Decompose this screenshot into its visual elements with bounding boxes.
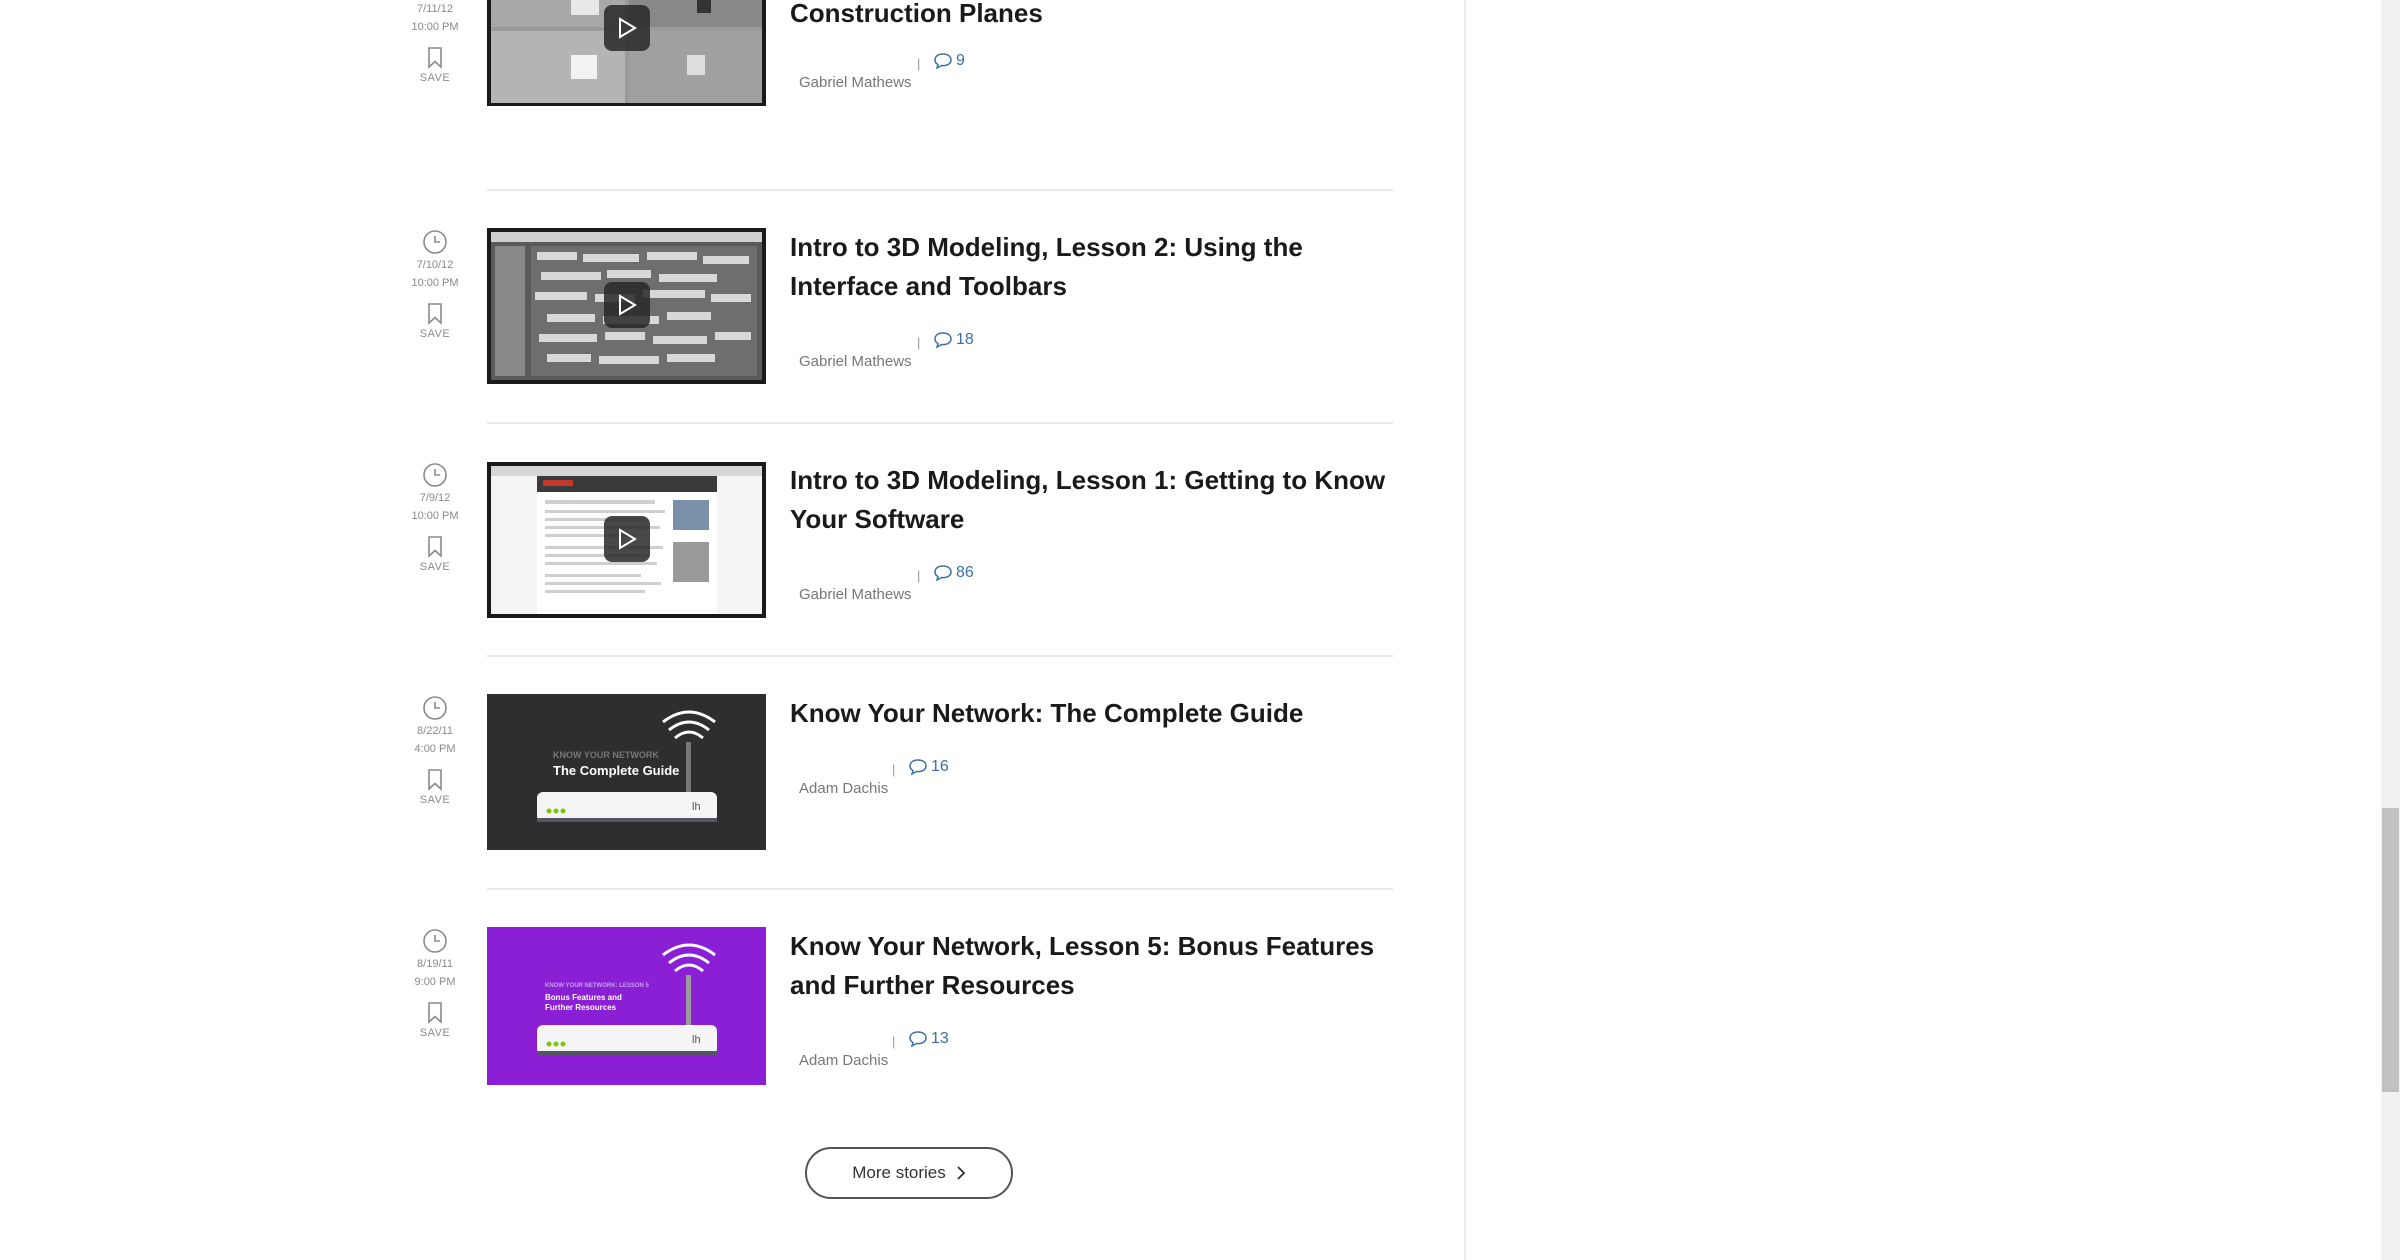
save-button[interactable]: SAVE: [400, 794, 470, 806]
save-button[interactable]: SAVE: [400, 1027, 470, 1039]
thumb-caption-small: KNOW YOUR NETWORK: [553, 750, 659, 760]
story-date: 7/9/12: [419, 492, 451, 504]
comment-count-link[interactable]: 86: [933, 564, 974, 582]
bookmark-icon[interactable]: [426, 46, 444, 70]
thumb-caption-big: The Complete Guide: [553, 763, 680, 778]
story-thumbnail[interactable]: KNOW YOUR NETWORK: LESSON 5 Bonus Featur…: [487, 927, 766, 1085]
play-button[interactable]: [604, 516, 650, 562]
thumb-caption-big: Bonus Features and Further Resources: [545, 993, 622, 1012]
story-item: 8/19/11 9:00 PM SAVE KNOW YOUR NETWORK: …: [0, 927, 1464, 1160]
comment-bubble-icon: [934, 53, 952, 70]
story-date: 7/10/12: [416, 259, 454, 271]
comment-bubble-icon: [934, 565, 952, 582]
thumb-caption-small: KNOW YOUR NETWORK: LESSON 5: [545, 983, 649, 989]
play-button[interactable]: [604, 282, 650, 328]
comment-count: 16: [931, 758, 949, 775]
comment-count: 9: [956, 52, 965, 69]
story-headline[interactable]: Intro to 3D Modeling, Lesson 3: Viewport…: [790, 0, 1400, 33]
story-headline[interactable]: Know Your Network, Lesson 5: Bonus Featu…: [790, 927, 1400, 1005]
story-meta: 7/11/12 10:00 PM SAVE: [400, 0, 470, 84]
comment-count-link[interactable]: 16: [908, 758, 949, 776]
story-author[interactable]: Gabriel Mathews: [799, 353, 912, 370]
story-divider: [487, 189, 1393, 191]
comment-bubble-icon: [909, 759, 927, 776]
more-stories-button[interactable]: More stories: [805, 1147, 1013, 1199]
bookmark-icon[interactable]: [426, 768, 444, 792]
meta-separator: |: [892, 762, 896, 777]
save-button[interactable]: SAVE: [400, 72, 470, 84]
story-item: 8/22/11 4:00 PM SAVE KNOW YOUR NETWORK T…: [0, 694, 1464, 927]
comment-bubble-icon: [934, 332, 952, 349]
comment-bubble-icon: [909, 1031, 927, 1048]
bookmark-icon[interactable]: [426, 1001, 444, 1025]
story-author[interactable]: Adam Dachis: [799, 1052, 888, 1069]
story-divider: [487, 655, 1393, 657]
clock-icon: [423, 696, 447, 720]
comment-count-link[interactable]: 9: [933, 52, 965, 70]
chevron-right-icon: [957, 1166, 966, 1180]
meta-separator: |: [917, 56, 921, 71]
story-meta: 7/9/12 10:00 PM SAVE: [400, 461, 470, 573]
story-divider: [487, 422, 1393, 424]
meta-separator: |: [917, 335, 921, 350]
play-icon: [619, 17, 637, 39]
comment-count: 13: [931, 1030, 949, 1047]
story-author[interactable]: Gabriel Mathews: [799, 74, 912, 91]
thumb-logo: lh: [692, 1034, 701, 1046]
meta-separator: |: [917, 568, 921, 583]
play-icon: [619, 294, 637, 316]
story-item: 7/11/12 10:00 PM SAVE Intro to 3D M: [0, 0, 1464, 191]
story-headline[interactable]: Intro to 3D Modeling, Lesson 1: Getting …: [790, 461, 1400, 539]
meta-separator: |: [892, 1034, 896, 1049]
story-time: 4:00 PM: [414, 743, 456, 755]
thumb-logo: lh: [692, 801, 701, 813]
story-time: 10:00 PM: [411, 510, 459, 522]
story-meta: 8/19/11 9:00 PM SAVE: [400, 927, 470, 1039]
save-button[interactable]: SAVE: [400, 561, 470, 573]
story-time: 10:00 PM: [411, 21, 459, 33]
play-button[interactable]: [604, 5, 650, 51]
save-button[interactable]: SAVE: [400, 328, 470, 340]
story-time: 10:00 PM: [411, 277, 459, 289]
story-author[interactable]: Gabriel Mathews: [799, 586, 912, 603]
story-author[interactable]: Adam Dachis: [799, 780, 888, 797]
clock-icon: [423, 929, 447, 953]
play-icon: [619, 528, 637, 550]
story-headline[interactable]: Know Your Network: The Complete Guide: [790, 694, 1400, 733]
story-date: 7/11/12: [417, 3, 453, 15]
comment-count: 18: [956, 331, 974, 348]
clock-icon: [423, 230, 447, 254]
story-divider: [487, 888, 1393, 890]
story-item: 7/9/12 10:00 PM SAVE Intro to 3D Modelin…: [0, 461, 1464, 694]
bookmark-icon[interactable]: [426, 535, 444, 559]
story-date: 8/22/11: [417, 725, 453, 737]
story-thumbnail[interactable]: [487, 462, 766, 618]
story-item: 7/10/12 10:00 PM SAVE Intro to 3D Modeli…: [0, 228, 1464, 461]
story-headline[interactable]: Intro to 3D Modeling, Lesson 2: Using th…: [790, 228, 1400, 306]
story-feed: 7/11/12 10:00 PM SAVE Intro to 3D M: [0, 0, 1464, 1260]
comment-count: 86: [956, 564, 974, 581]
story-meta: 7/10/12 10:00 PM SAVE: [400, 228, 470, 340]
comment-count-link[interactable]: 18: [933, 331, 974, 349]
story-thumbnail[interactable]: [487, 228, 766, 384]
story-thumbnail[interactable]: [487, 0, 766, 106]
comment-count-link[interactable]: 13: [908, 1030, 949, 1048]
story-thumbnail[interactable]: KNOW YOUR NETWORK The Complete Guide lh: [487, 694, 766, 850]
story-meta: 8/22/11 4:00 PM SAVE: [400, 694, 470, 806]
clock-icon: [423, 463, 447, 487]
bookmark-icon[interactable]: [426, 302, 444, 326]
scrollbar-thumb[interactable]: [2382, 808, 2399, 1092]
more-stories-label: More stories: [852, 1163, 946, 1182]
sidebar-divider: [1464, 0, 1466, 1260]
story-date: 8/19/11: [417, 958, 453, 970]
story-time: 9:00 PM: [414, 976, 456, 988]
